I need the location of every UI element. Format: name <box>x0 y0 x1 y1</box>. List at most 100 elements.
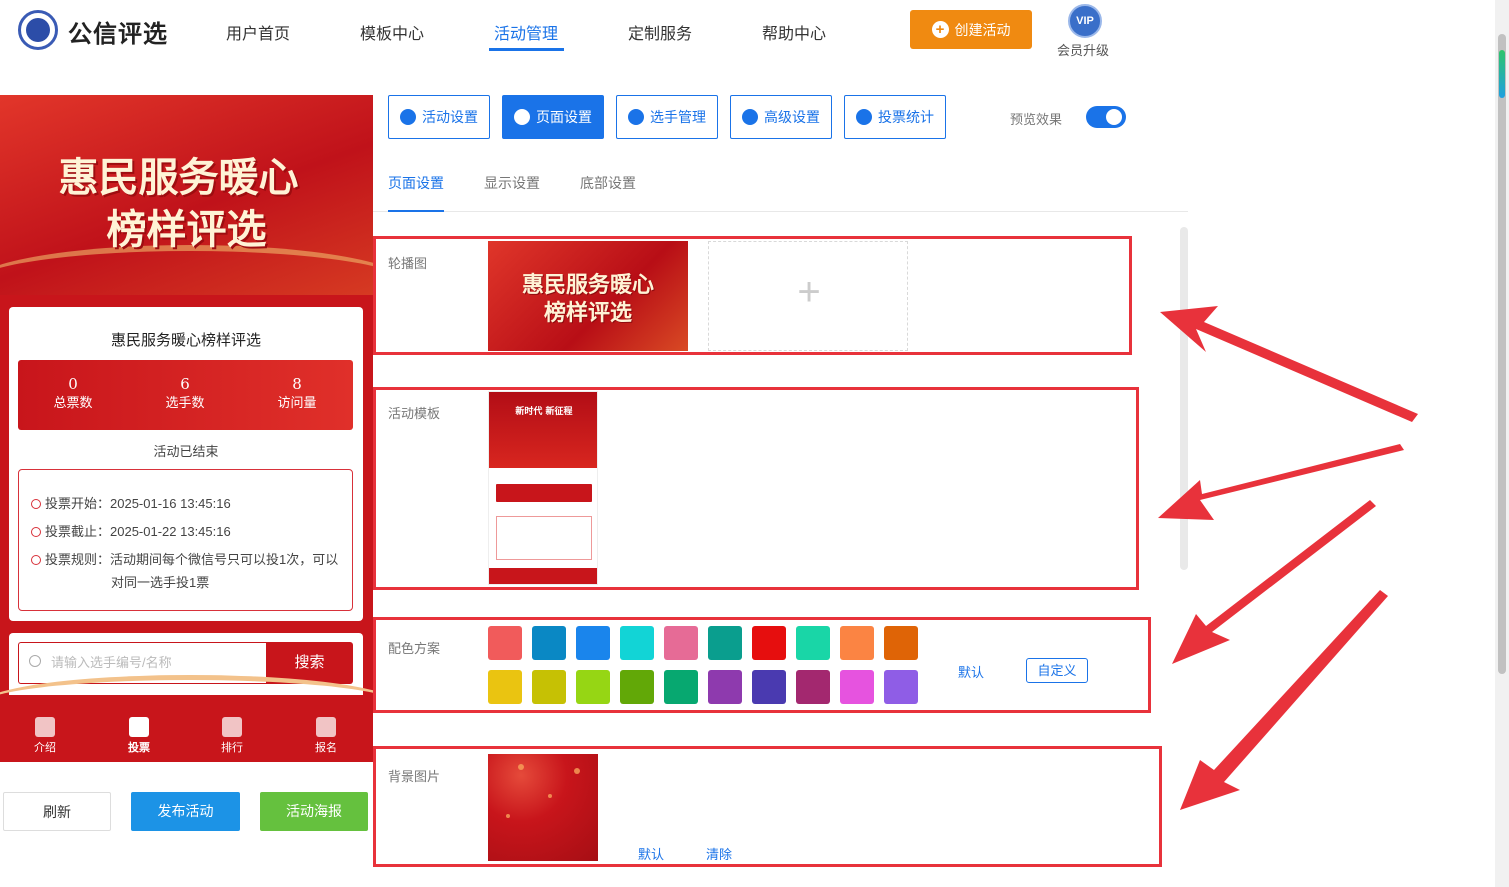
vote-rules-box: 投票开始：2025-01-16 13:45:16 投票截止：2025-01-22… <box>18 469 353 611</box>
activity-settings-button[interactable]: 活动设置 <box>388 95 490 139</box>
arrow-to-carousel <box>1160 306 1418 422</box>
top-navigation: 公信评选 用户首页 模板中心 活动管理 定制服务 帮助中心 + 创建活动 VIP… <box>0 0 1495 62</box>
template-thumbnail[interactable]: 新时代 新征程 <box>488 391 598 585</box>
page-settings-button[interactable]: 页面设置 <box>502 95 604 139</box>
home-icon <box>129 717 149 737</box>
activity-title: 惠民服务暖心榜样评选 <box>110 332 261 349</box>
banner-title-line1: 惠民服务暖心 <box>58 154 299 201</box>
color-swatch[interactable] <box>488 670 522 704</box>
color-swatch[interactable] <box>752 626 786 660</box>
color-swatch[interactable] <box>884 670 918 704</box>
color-swatch[interactable] <box>840 626 874 660</box>
color-swatch[interactable] <box>664 670 698 704</box>
plus-icon: + <box>931 21 949 38</box>
chart-icon <box>856 109 872 125</box>
clock-icon <box>31 499 41 509</box>
settings-icon <box>742 109 758 125</box>
tab-vote[interactable]: 投票 <box>109 717 169 755</box>
refresh-button[interactable]: 刷新 <box>3 792 111 831</box>
create-activity-button[interactable]: + 创建活动 <box>910 10 1032 49</box>
color-swatch[interactable] <box>884 626 918 660</box>
color-swatch[interactable] <box>664 626 698 660</box>
carousel-upload[interactable]: + <box>708 241 908 351</box>
gear-icon <box>514 109 530 125</box>
tab-signup[interactable]: 报名 <box>296 717 356 755</box>
clock-icon <box>31 527 41 537</box>
nav-home[interactable]: 用户首页 <box>226 20 290 44</box>
color-swatch[interactable] <box>796 626 830 660</box>
template-label: 活动模板 <box>388 406 441 421</box>
color-swatch[interactable] <box>708 626 742 660</box>
scales-logo-icon <box>18 10 58 50</box>
background-clear-link[interactable]: 清除 <box>706 844 732 863</box>
nav-custom-service[interactable]: 定制服务 <box>628 20 692 44</box>
color-swatch[interactable] <box>752 670 786 704</box>
carousel-label: 轮播图 <box>388 256 428 271</box>
vote-end-row: 投票截止：2025-01-22 13:45:16 <box>31 520 231 543</box>
color-swatch[interactable] <box>708 670 742 704</box>
vip-upgrade-label[interactable]: 会员升级 <box>1057 40 1109 59</box>
background-default-link[interactable]: 默认 <box>638 844 664 863</box>
vote-rule-row-cont: 对同一选手投1票 <box>111 575 210 590</box>
publish-activity-button[interactable]: 发布活动 <box>131 792 240 831</box>
brand-name: 公信评选 <box>68 21 168 48</box>
stats-panel: 0 总票数 6 选手数 8 访问量 <box>18 360 353 430</box>
vote-rule-row: 投票规则：活动期间每个微信号只可以投1次，可以 <box>31 548 338 571</box>
custom-color-button[interactable]: 自定义 <box>1026 658 1088 683</box>
mobile-preview: 惠民服务暖心 榜样评选 惠民服务暖心榜样评选 0 总票数 6 选手数 8 访问量… <box>0 95 373 762</box>
banner-title-line2: 榜样评选 <box>106 206 267 253</box>
nav-active-indicator <box>489 48 564 51</box>
color-swatch[interactable] <box>532 670 566 704</box>
star-icon <box>400 109 416 125</box>
color-swatch[interactable] <box>620 626 654 660</box>
stat-visits: 8 访问量 <box>277 375 317 410</box>
preview-tabbar: 介绍 投票 排行 报名 <box>0 715 373 762</box>
color-swatch[interactable] <box>620 670 654 704</box>
signup-icon <box>316 717 336 737</box>
preview-toggle[interactable] <box>1086 106 1126 128</box>
stat-contestants: 6 选手数 <box>165 375 205 410</box>
create-activity-label: 创建活动 <box>954 21 1011 38</box>
preview-banner: 惠民服务暖心 榜样评选 <box>0 95 373 295</box>
color-swatch[interactable] <box>532 626 566 660</box>
page-scrollbar-thumb[interactable] <box>1498 34 1506 674</box>
subtab-display-settings[interactable]: 显示设置 <box>484 173 540 193</box>
scroll-accent <box>1499 50 1505 98</box>
vote-statistics-button[interactable]: 投票统计 <box>844 95 946 139</box>
nav-activity-management[interactable]: 活动管理 <box>494 20 558 44</box>
color-swatch[interactable] <box>840 670 874 704</box>
color-swatch[interactable] <box>796 670 830 704</box>
activity-poster-button[interactable]: 活动海报 <box>260 792 368 831</box>
nav-templates[interactable]: 模板中心 <box>360 20 424 44</box>
users-icon <box>628 109 644 125</box>
arrow-to-colors <box>1172 500 1376 664</box>
subtab-divider <box>373 211 1188 212</box>
color-swatch[interactable] <box>488 626 522 660</box>
tab-rank[interactable]: 排行 <box>202 717 262 755</box>
page-scrollbar[interactable] <box>1495 0 1509 887</box>
color-default-link[interactable]: 默认 <box>958 662 984 681</box>
color-scheme-label: 配色方案 <box>388 641 441 656</box>
preview-effect-label: 预览效果 <box>1010 112 1063 127</box>
tab-intro[interactable]: 介绍 <box>15 717 75 755</box>
carousel-image[interactable]: 惠民服务暖心 榜样评选 <box>488 241 688 351</box>
background-image[interactable] <box>488 754 598 861</box>
activity-info-card: 惠民服务暖心榜样评选 0 总票数 6 选手数 8 访问量 活动已结束 投票开始：… <box>9 307 363 621</box>
color-swatch[interactable] <box>576 670 610 704</box>
color-swatch[interactable] <box>576 626 610 660</box>
activity-status: 活动已结束 <box>153 444 219 459</box>
plus-icon: + <box>797 270 821 314</box>
advanced-settings-button[interactable]: 高级设置 <box>730 95 832 139</box>
background-label: 背景图片 <box>388 769 441 784</box>
vip-icon[interactable]: VIP <box>1068 4 1102 38</box>
nav-help-center[interactable]: 帮助中心 <box>762 20 826 44</box>
subtab-active-indicator <box>388 210 444 212</box>
subtab-page-settings[interactable]: 页面设置 <box>388 173 444 193</box>
search-icon <box>29 655 41 667</box>
settings-scrollbar[interactable] <box>1180 227 1188 570</box>
rank-icon <box>222 717 242 737</box>
info-icon <box>31 555 41 565</box>
contestant-management-button[interactable]: 选手管理 <box>616 95 718 139</box>
arrow-to-template <box>1158 444 1404 520</box>
subtab-footer-settings[interactable]: 底部设置 <box>580 173 636 193</box>
